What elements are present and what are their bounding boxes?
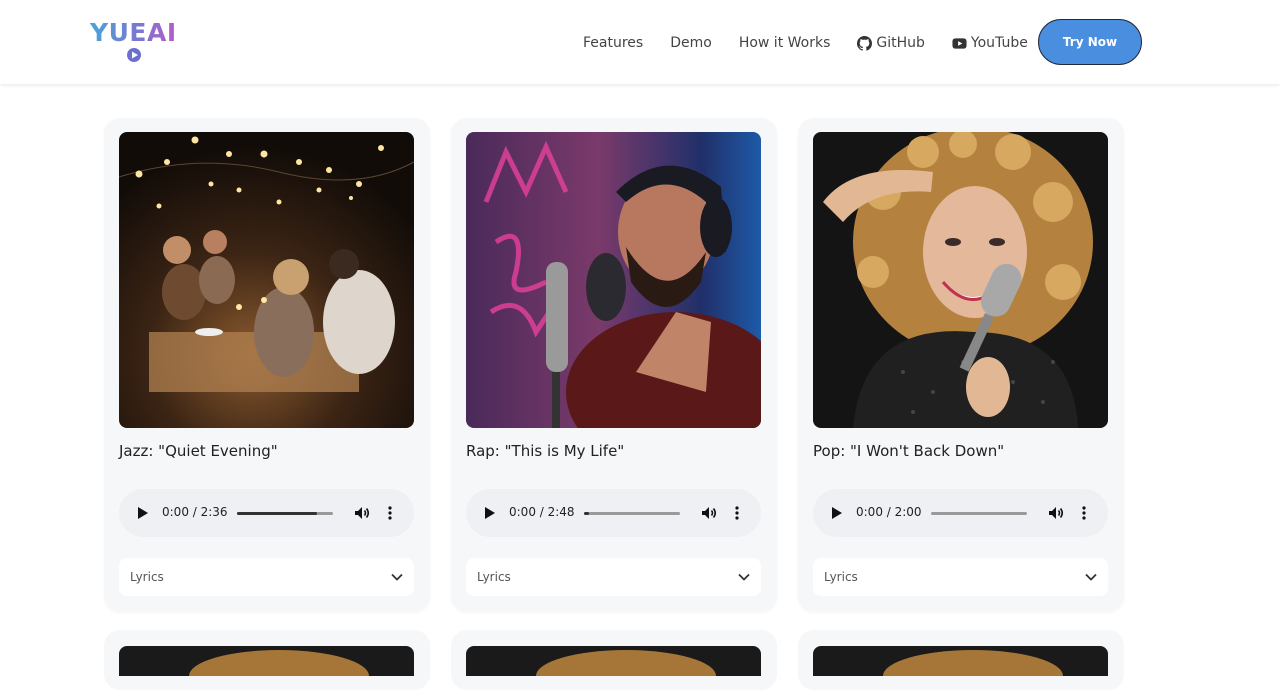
- progress-fill: [237, 512, 317, 515]
- cover-photo-partial: [119, 646, 414, 676]
- progress-slider[interactable]: [931, 512, 1027, 515]
- more-options-icon[interactable]: [734, 504, 740, 522]
- progress-slider[interactable]: [584, 512, 680, 515]
- volume-icon[interactable]: [353, 504, 371, 522]
- song-card-rap: Rap: "This is My Life" 0:00 / 2:48 Lyric…: [451, 118, 777, 612]
- play-icon[interactable]: [137, 506, 149, 520]
- pop-singer-photo: [813, 132, 1108, 428]
- song-cover-image: [119, 132, 414, 428]
- nav-label: Demo: [670, 35, 712, 51]
- song-cover-image: [466, 646, 761, 676]
- song-card-jazz: Jazz: "Quiet Evening" 0:00 / 2:36 Lyrics: [104, 118, 430, 612]
- chevron-down-icon: [1085, 573, 1097, 581]
- lyrics-label: Lyrics: [130, 570, 164, 584]
- play-icon[interactable]: [831, 506, 843, 520]
- progress-fill: [584, 512, 589, 515]
- lyrics-dropdown[interactable]: Lyrics: [813, 558, 1108, 596]
- nav-demo[interactable]: Demo: [670, 35, 712, 51]
- time-display: 0:00 / 2:00: [856, 505, 922, 519]
- time-display: 0:00 / 2:48: [509, 505, 575, 519]
- cover-photo-partial: [466, 646, 761, 676]
- volume-icon[interactable]: [700, 504, 718, 522]
- waveform-icon: [93, 48, 175, 62]
- chevron-down-icon: [391, 573, 403, 581]
- chevron-down-icon: [738, 573, 750, 581]
- lyrics-label: Lyrics: [824, 570, 858, 584]
- audio-player[interactable]: 0:00 / 2:48: [466, 489, 761, 537]
- nav-label: Features: [583, 35, 644, 51]
- time-display: 0:00 / 2:36: [162, 505, 228, 519]
- more-options-icon[interactable]: [1081, 504, 1087, 522]
- lyrics-label: Lyrics: [477, 570, 511, 584]
- nav-how-it-works[interactable]: How it Works: [739, 35, 831, 51]
- song-card-next: [104, 630, 430, 690]
- song-title: Pop: "I Won't Back Down": [813, 442, 1005, 460]
- main-nav: Features Demo How it Works GitHub YouTub…: [583, 31, 1055, 55]
- song-card-next: [451, 630, 777, 690]
- audio-player[interactable]: 0:00 / 2:00: [813, 489, 1108, 537]
- nav-label: How it Works: [738, 35, 831, 51]
- nav-youtube[interactable]: YouTube: [952, 35, 1028, 51]
- song-cover-image: [813, 132, 1108, 428]
- brand-logo[interactable]: YUEAI: [88, 16, 184, 64]
- more-options-icon[interactable]: [387, 504, 393, 522]
- try-now-button[interactable]: Try Now: [1038, 19, 1142, 65]
- play-icon[interactable]: [484, 506, 496, 520]
- site-header: YUEAI Features Demo How it Works GitHub …: [0, 0, 1280, 84]
- song-cover-image: [119, 646, 414, 676]
- song-card-next: [798, 630, 1124, 690]
- volume-icon[interactable]: [1047, 504, 1065, 522]
- song-card-pop: Pop: "I Won't Back Down" 0:00 / 2:00 Lyr…: [798, 118, 1124, 612]
- progress-slider[interactable]: [237, 512, 333, 515]
- song-title: Rap: "This is My Life": [466, 442, 625, 460]
- nav-label: YouTube: [970, 35, 1028, 51]
- lyrics-dropdown[interactable]: Lyrics: [466, 558, 761, 596]
- lyrics-dropdown[interactable]: Lyrics: [119, 558, 414, 596]
- jazz-dinner-photo: [119, 132, 414, 428]
- nav-features[interactable]: Features: [583, 35, 643, 51]
- nav-github[interactable]: GitHub: [857, 35, 925, 51]
- rap-studio-photo: [466, 132, 761, 428]
- nav-label: GitHub: [876, 35, 925, 51]
- github-icon: [857, 35, 873, 51]
- audio-player[interactable]: 0:00 / 2:36: [119, 489, 414, 537]
- youtube-icon: [952, 37, 967, 49]
- song-title: Jazz: "Quiet Evening": [119, 442, 278, 460]
- brand-name: YUEAI: [90, 18, 177, 47]
- song-cover-image: [813, 646, 1108, 676]
- song-cover-image: [466, 132, 761, 428]
- cover-photo-partial: [813, 646, 1108, 676]
